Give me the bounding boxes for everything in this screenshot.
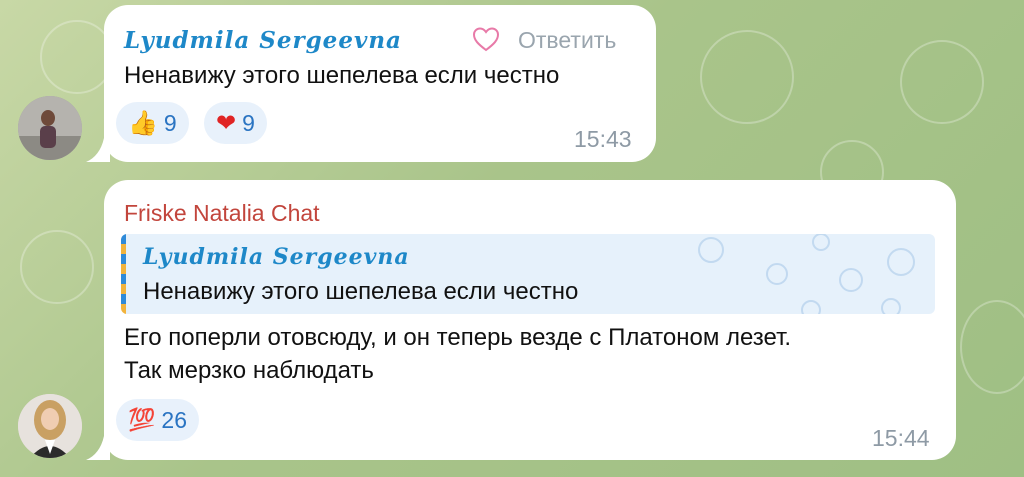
message-text: Ненавижу этого шепелева если честно <box>124 62 560 89</box>
reply-quote[interactable]: Lyudmila Sergeevna Ненавижу этого шепеле… <box>121 234 935 314</box>
hundred-points-icon: 💯 <box>128 407 156 432</box>
background-doodle <box>20 230 94 304</box>
quote-bar <box>121 234 126 314</box>
background-doodle <box>700 30 794 124</box>
reaction-count: 26 <box>161 406 187 433</box>
avatar[interactable] <box>18 394 82 458</box>
heart-outline-icon <box>472 27 500 52</box>
background-doodle <box>40 20 114 94</box>
message-bubble[interactable]: Lyudmila Sergeevna Ответить Ненавижу это… <box>104 5 656 162</box>
quote-sender: Lyudmila Sergeevna <box>143 244 410 270</box>
thumbs-up-icon: 👍 <box>128 109 158 137</box>
sender-name[interactable]: Friske Natalia Chat <box>124 200 320 227</box>
heart-icon: ❤ <box>216 109 237 137</box>
message-text: Его поперли отовсюду, и он теперь везде … <box>124 324 792 351</box>
reply-button[interactable]: Ответить <box>518 27 616 54</box>
message-time: 15:43 <box>574 126 632 152</box>
sender-name[interactable]: Lyudmila Sergeevna <box>124 27 402 54</box>
background-doodle <box>960 300 1024 394</box>
background-doodle <box>900 40 984 124</box>
message-bubble[interactable]: Friske Natalia Chat Lyudmila Sergeevna Н… <box>104 180 956 460</box>
reaction-count: 9 <box>163 109 177 136</box>
message-text: Так мерзко наблюдать <box>124 357 374 384</box>
quote-pattern <box>681 234 935 314</box>
message-time: 15:44 <box>872 425 930 451</box>
quote-text: Ненавижу этого шепелева если честно <box>143 278 579 305</box>
reaction-hundred[interactable]: 💯 26 <box>116 399 199 441</box>
reaction-thumbs-up[interactable]: 👍 9 <box>116 102 189 144</box>
reaction-count: 9 <box>242 109 255 136</box>
avatar[interactable] <box>18 96 82 160</box>
reaction-heart[interactable]: ❤ 9 <box>204 102 267 144</box>
